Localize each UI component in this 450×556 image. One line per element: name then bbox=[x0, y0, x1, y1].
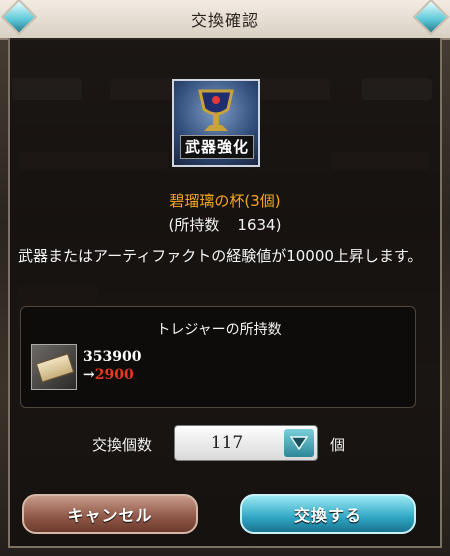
owned-count: (所持数 1634) bbox=[0, 214, 450, 235]
quantity-value: 117 bbox=[210, 433, 244, 453]
item-name: 碧瑠璃の杯(3個) bbox=[169, 192, 281, 210]
owned-value: 1634) bbox=[237, 216, 282, 234]
dialog-title: 交換確認 bbox=[190, 11, 259, 30]
quantity-unit: 個 bbox=[330, 436, 346, 454]
treasure-current: 353900 bbox=[83, 349, 142, 365]
dropdown-arrow-icon[interactable] bbox=[284, 429, 314, 457]
chalice-icon bbox=[198, 89, 234, 131]
corner-gem-icon bbox=[0, 0, 38, 36]
exchange-button[interactable]: 交換する bbox=[240, 494, 416, 534]
ticket-paper bbox=[35, 353, 75, 383]
quantity-select[interactable]: 117 bbox=[174, 425, 318, 461]
item-icon: 武器強化 bbox=[172, 79, 260, 167]
dialog-titlebar: 交換確認 bbox=[0, 0, 450, 40]
owned-label: (所持数 bbox=[168, 216, 220, 234]
treasure-panel: トレジャーの所持数 353900 →2900 bbox=[20, 306, 416, 408]
triangle-down-icon bbox=[290, 436, 308, 450]
ticket-icon bbox=[31, 344, 77, 390]
corner-gem-icon bbox=[412, 0, 450, 36]
arrow-text: → bbox=[83, 367, 95, 383]
exchange-confirm-dialog: 交換確認 武器強化 碧瑠璃の杯(3個) (所持数 1634) 武器またはアーティフ… bbox=[0, 0, 450, 556]
item-description: 武器またはアーティファクトの経験値が10000上昇します。 bbox=[18, 247, 423, 265]
cancel-button[interactable]: キャンセル bbox=[22, 494, 198, 534]
treasure-heading: トレジャーの所持数 bbox=[156, 322, 282, 338]
quantity-label: 交換個数 bbox=[92, 436, 153, 454]
treasure-after: →2900 bbox=[83, 367, 134, 383]
item-badge: 武器強化 bbox=[180, 135, 254, 159]
treasure-after-value: 2900 bbox=[94, 367, 134, 383]
